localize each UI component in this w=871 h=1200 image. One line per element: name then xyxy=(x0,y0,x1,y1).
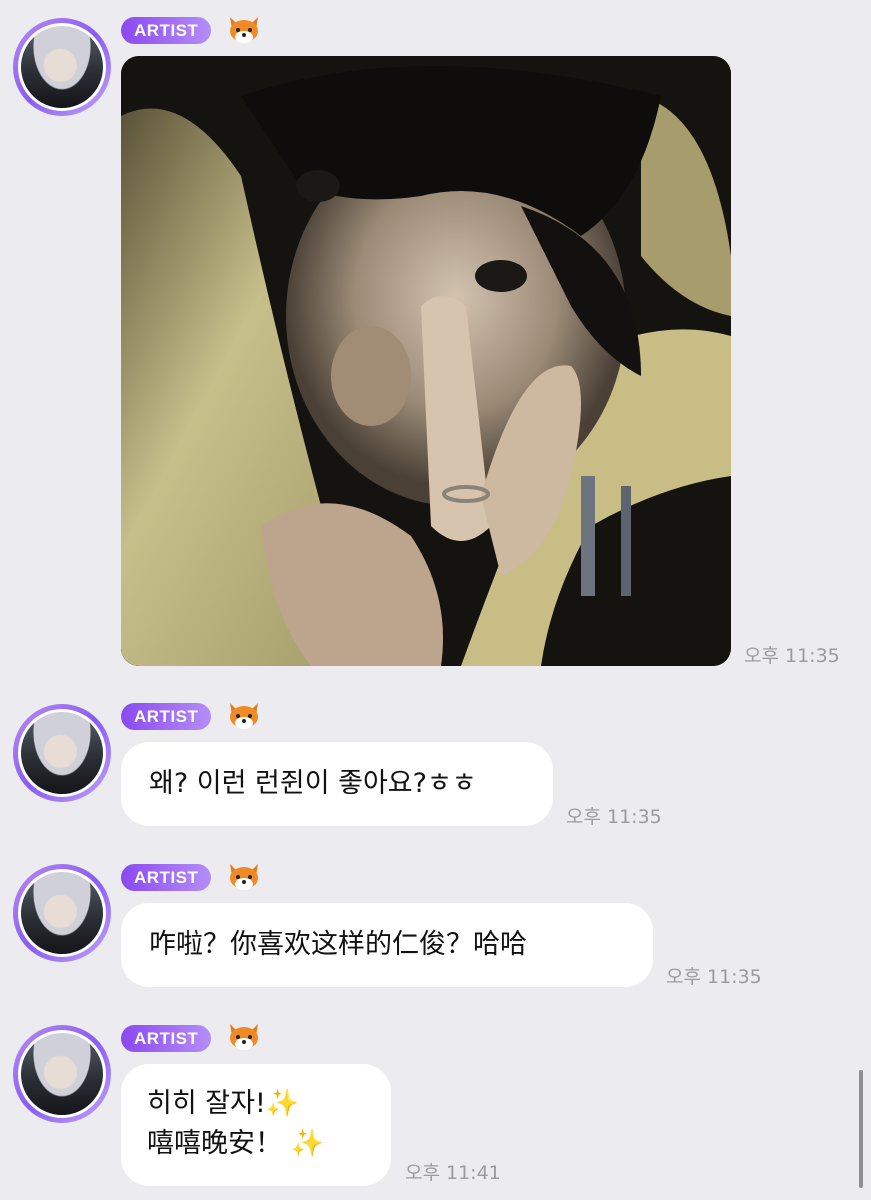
message-line-1: 히히 잘자!✨ xyxy=(147,1088,300,1119)
artist-badge: ARTIST xyxy=(121,703,212,730)
message-bubble[interactable]: 咋啦？你喜欢这样的仁俊？哈哈 xyxy=(121,903,653,987)
artist-badge: ARTIST xyxy=(121,1025,212,1052)
artist-badge: ARTIST xyxy=(121,864,212,891)
fox-icon xyxy=(230,1024,258,1050)
timestamp: 오후 11:41 xyxy=(405,1162,501,1184)
scrollbar[interactable] xyxy=(859,1070,863,1188)
avatar[interactable] xyxy=(13,1025,111,1123)
selfie-photo[interactable] xyxy=(121,56,731,666)
message-bubble[interactable]: 히히 잘자!✨ 嘻嘻晚安！ ✨ xyxy=(121,1064,391,1186)
message-text: 왜? 이런 런쥔이 좋아요?ㅎㅎ xyxy=(149,768,477,799)
message-text: 咋啦？你喜欢这样的仁俊？哈哈 xyxy=(149,929,527,960)
fox-icon xyxy=(230,703,258,729)
timestamp: 오후 11:35 xyxy=(666,966,762,988)
timestamp: 오후 11:35 xyxy=(744,645,840,667)
fox-icon xyxy=(230,17,258,43)
message-bubble[interactable]: 왜? 이런 런쥔이 좋아요?ㅎㅎ xyxy=(121,742,553,826)
timestamp: 오후 11:35 xyxy=(566,806,662,828)
avatar[interactable] xyxy=(13,864,111,962)
message-line-2: 嘻嘻晚安！ ✨ xyxy=(147,1128,325,1159)
artist-badge: ARTIST xyxy=(121,17,212,44)
avatar[interactable] xyxy=(13,18,111,116)
avatar[interactable] xyxy=(13,704,111,802)
fox-icon xyxy=(230,864,258,890)
